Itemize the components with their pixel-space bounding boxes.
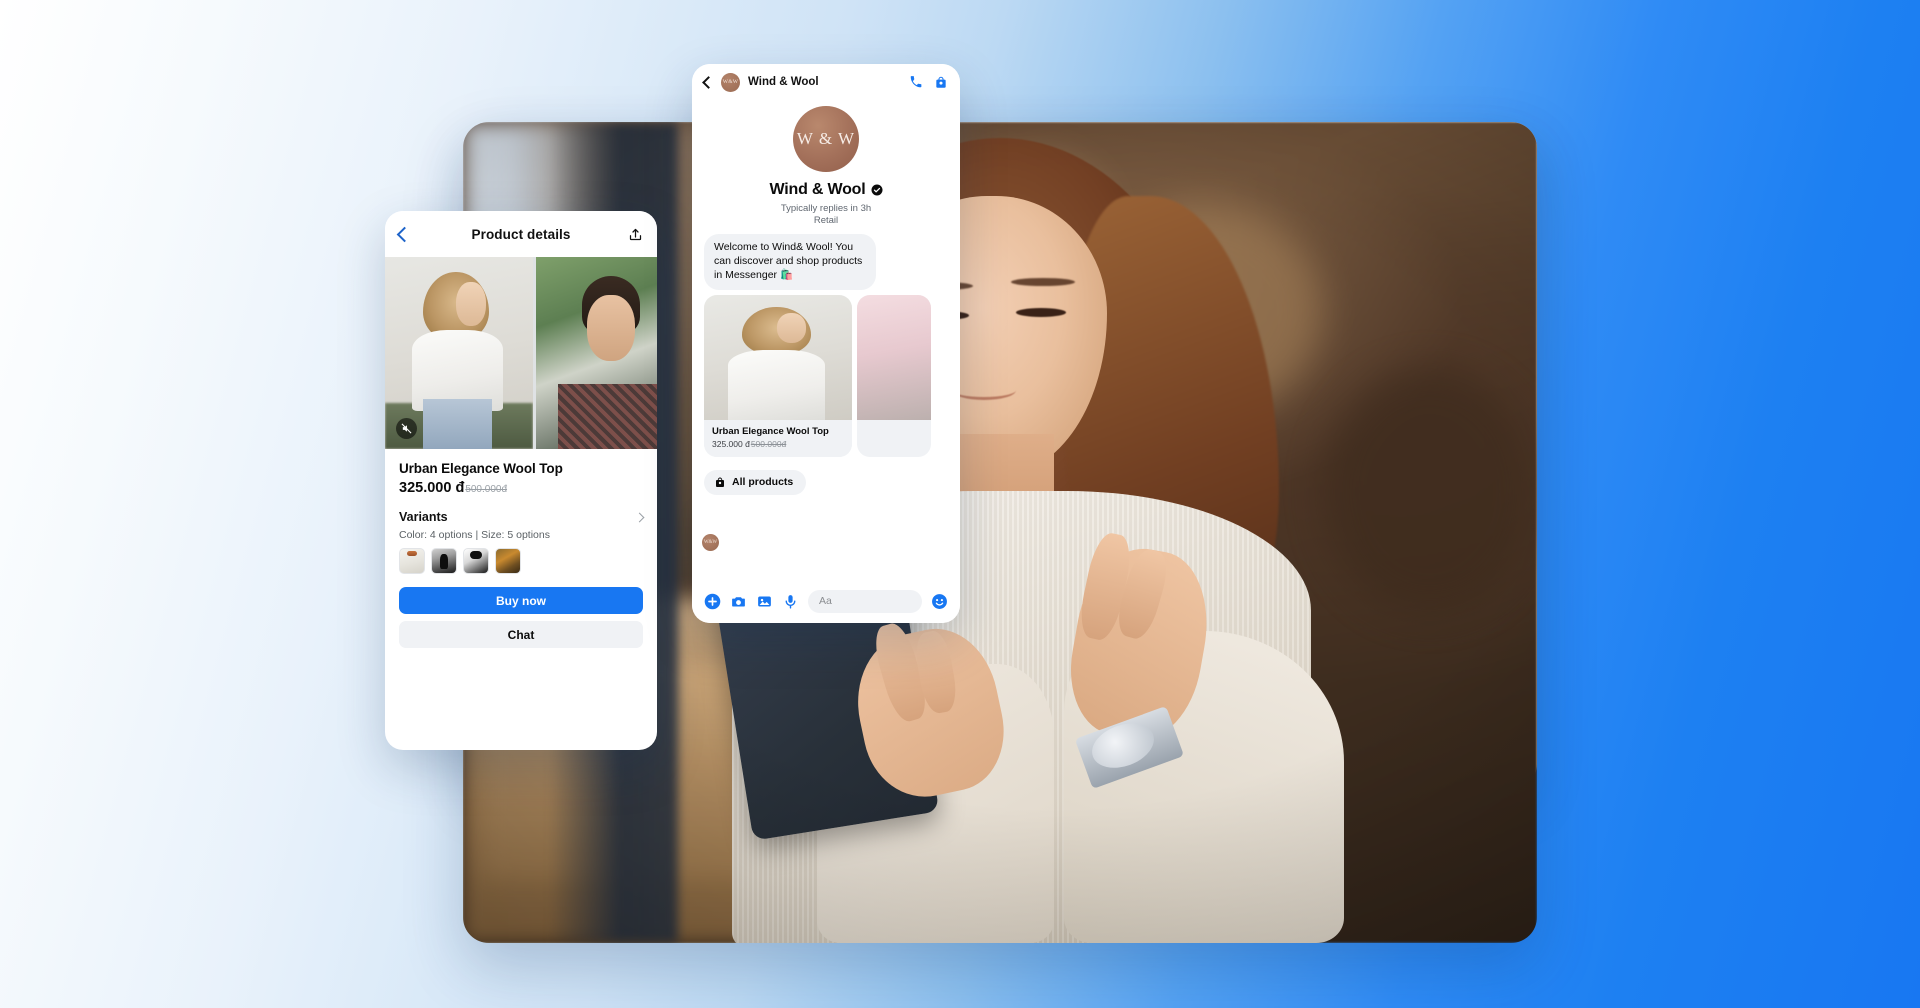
swatch-black-white-print[interactable] xyxy=(463,548,489,574)
chat-product-meta xyxy=(857,419,931,436)
emoji-smiley-icon[interactable] xyxy=(931,593,948,610)
shopping-bag-icon xyxy=(714,476,726,489)
variant-options-summary: Color: 4 options | Size: 5 options xyxy=(399,529,550,541)
chat-product-price-original: 500.000đ xyxy=(750,438,787,449)
profile-replies: Typically replies in 3h xyxy=(780,203,872,214)
product-gallery[interactable] xyxy=(385,257,657,449)
product-actions: Buy now Chat xyxy=(385,574,657,662)
chat-product-price: 325.000 đ xyxy=(712,438,750,449)
swatch-black[interactable] xyxy=(431,548,457,574)
shopping-bag-icon[interactable] xyxy=(934,75,948,90)
product-details-card: Product details Urban Elegance Wool Top … xyxy=(385,211,657,750)
chat-product-price-row: 325.000 đ 500.000đ xyxy=(712,439,844,449)
chat-product-meta: Urban Elegance Wool Top 325.000 đ 500.00… xyxy=(704,419,852,457)
avatar: W & W xyxy=(793,106,859,172)
swatch-cream-white[interactable] xyxy=(399,548,425,574)
variants-row[interactable]: Variants xyxy=(399,510,645,524)
phone-icon[interactable] xyxy=(909,75,923,89)
chat-product-carousel[interactable]: Urban Elegance Wool Top 325.000 đ 500.00… xyxy=(704,294,948,457)
chevron-left-icon[interactable] xyxy=(702,75,715,89)
gallery-image-2[interactable] xyxy=(536,257,657,449)
product-details-header: Product details xyxy=(385,211,657,257)
product-name: Urban Elegance Wool Top xyxy=(399,461,563,476)
chat-profile: W & W Wind & Wool Typically replies in 3… xyxy=(692,100,960,234)
chat-composer: Aa xyxy=(692,579,960,623)
profile-category: Retail xyxy=(813,215,839,226)
all-products-label: All products xyxy=(732,476,794,489)
microphone-icon[interactable] xyxy=(782,593,799,610)
chat-product-image xyxy=(857,294,931,420)
mute-icon[interactable] xyxy=(396,418,417,439)
chat-button[interactable]: Chat xyxy=(399,621,643,648)
profile-name: Wind & Wool xyxy=(769,181,866,198)
chat-title: Wind & Wool xyxy=(748,76,819,88)
chevron-right-icon[interactable] xyxy=(634,512,645,522)
avatar[interactable]: W&W xyxy=(721,72,740,92)
chat-header-actions xyxy=(909,75,948,90)
chat-header: W&W Wind & Wool xyxy=(692,64,960,100)
variant-swatches[interactable] xyxy=(399,548,643,574)
product-price: 325.000 đ xyxy=(399,480,465,496)
message-input[interactable]: Aa xyxy=(808,589,922,613)
variants-label: Variants xyxy=(399,510,448,524)
verified-badge-icon xyxy=(871,184,883,196)
all-products-button[interactable]: All products xyxy=(704,469,807,495)
swatch-gold-brown[interactable] xyxy=(495,548,521,574)
plus-circle-icon[interactable] xyxy=(704,593,721,610)
image-icon[interactable] xyxy=(756,593,773,610)
chat-message-bubble: Welcome to Wind& Wool! You can discover … xyxy=(704,234,876,290)
profile-name-row: Wind & Wool xyxy=(692,181,960,199)
messenger-chat-card: W&W Wind & Wool W & W Wind & Wool Typica… xyxy=(692,64,960,623)
chat-product-name: Urban Elegance Wool Top xyxy=(712,425,829,437)
avatar: W&W xyxy=(702,534,719,551)
chat-product-image xyxy=(704,294,852,420)
page-title: Product details xyxy=(471,226,571,242)
chat-thread: Welcome to Wind& Wool! You can discover … xyxy=(692,234,960,457)
camera-icon[interactable] xyxy=(730,593,747,610)
buy-now-button[interactable]: Buy now xyxy=(399,587,643,614)
chat-product-card[interactable] xyxy=(857,294,931,457)
chat-product-card[interactable]: Urban Elegance Wool Top 325.000 đ 500.00… xyxy=(704,294,852,457)
product-info: Urban Elegance Wool Top 325.000 đ 500.00… xyxy=(385,449,657,574)
share-icon[interactable] xyxy=(628,227,643,242)
price-row: 325.000 đ 500.000đ xyxy=(399,480,643,496)
product-price-original: 500.000đ xyxy=(465,484,508,495)
